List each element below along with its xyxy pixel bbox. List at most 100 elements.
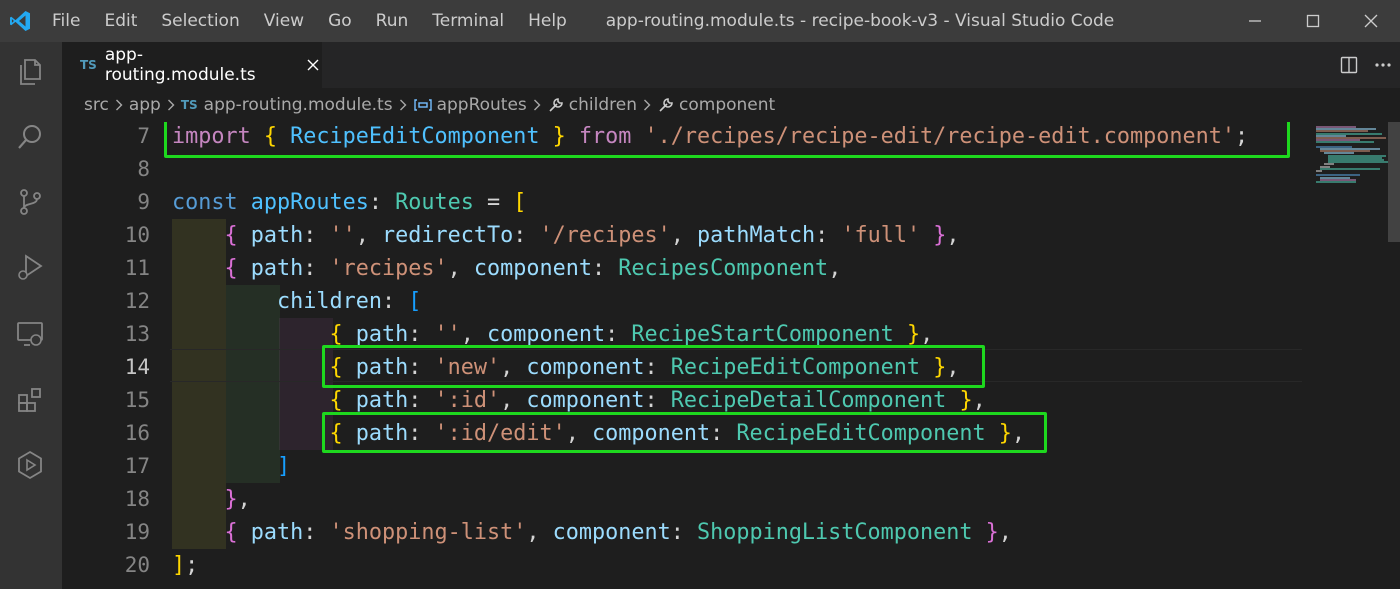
breadcrumb-symbol-approutes[interactable]: appRoutes [413, 95, 527, 115]
line-number: 18 [124, 487, 150, 511]
maximize-button[interactable] [1284, 0, 1342, 42]
code-token: : [815, 223, 842, 248]
vertical-scrollbar[interactable] [1388, 122, 1400, 589]
code-token: } [224, 487, 238, 512]
code-token: '' [434, 322, 461, 347]
scroll-thumb[interactable] [1388, 122, 1400, 242]
menu-item-run[interactable]: Run [364, 0, 421, 42]
code-token: } [985, 520, 999, 545]
minimap-line [1328, 161, 1388, 164]
minimap-line [1316, 181, 1356, 183]
line-number: 8 [137, 157, 150, 181]
code-token: { [224, 256, 238, 281]
minimap[interactable] [1302, 122, 1390, 589]
close-window-button[interactable] [1342, 0, 1400, 42]
code-token: : [303, 256, 330, 281]
breadcrumb-symbol-children[interactable]: children [547, 95, 637, 115]
menu-item-edit[interactable]: Edit [92, 0, 149, 42]
maximize-icon [1306, 14, 1320, 28]
line-number: 20 [124, 553, 150, 577]
explorer-icon[interactable] [10, 52, 50, 92]
menu-item-selection[interactable]: Selection [149, 0, 251, 42]
code-token: : [381, 289, 409, 314]
tab-label: app-routing.module.ts [104, 45, 256, 85]
code-token: , [526, 520, 553, 545]
minimize-icon [1249, 20, 1261, 22]
code-token: 'shopping-list' [329, 520, 527, 545]
remote-explorer-icon[interactable] [10, 314, 50, 354]
code-token: path [355, 388, 409, 413]
wrench-icon [657, 96, 675, 114]
tab-close-button[interactable] [304, 56, 322, 74]
source-control-icon[interactable] [10, 182, 50, 222]
search-icon[interactable] [10, 117, 50, 157]
menu-item-terminal[interactable]: Terminal [420, 0, 516, 42]
code-token: { [329, 322, 343, 347]
code-token: , [447, 256, 474, 281]
activity-bar [0, 42, 62, 589]
line-number: 15 [124, 388, 150, 412]
breadcrumb-file[interactable]: TS app-routing.module.ts [181, 95, 393, 115]
code-token: , [500, 388, 527, 413]
chevron-right-icon [399, 99, 407, 111]
tab-app-routing-module[interactable]: TS app-routing.module.ts [62, 42, 322, 88]
run-debug-icon[interactable] [10, 247, 50, 287]
line-number: 21 [62, 582, 150, 589]
code-token: , [355, 223, 382, 248]
code-token: ShoppingListComponent [696, 520, 973, 545]
breadcrumb-symbol-component[interactable]: component [657, 95, 775, 115]
code-token: { [329, 388, 343, 413]
menu-item-file[interactable]: File [40, 0, 92, 42]
code-token: '/recipes' [539, 223, 671, 248]
minimize-button[interactable] [1226, 0, 1284, 42]
code-token: : [513, 223, 540, 248]
code-token: ; [185, 553, 199, 578]
code-token: : [605, 322, 632, 347]
breadcrumb-app[interactable]: app [129, 95, 161, 115]
code-editor[interactable]: 789101112131415161718192021 import { Rec… [62, 122, 1400, 589]
extensions-icon[interactable] [10, 380, 50, 420]
code-token: 'full' [841, 223, 921, 248]
code-token: component [552, 520, 671, 545]
menu-item-go[interactable]: Go [316, 0, 364, 42]
code-token: RecipeStartComponent [631, 322, 894, 347]
line-number: 17 [124, 454, 150, 478]
code-token: } [933, 223, 947, 248]
code-token: } [959, 388, 973, 413]
menu-item-view[interactable]: View [252, 0, 316, 42]
test-explorer-icon[interactable] [10, 445, 50, 485]
menu-bar: File Edit Selection View Go Run Terminal Help [40, 0, 579, 42]
more-actions-button[interactable] [1366, 42, 1400, 88]
code-token: path [250, 256, 304, 281]
typescript-file-icon: TS [180, 98, 198, 112]
typescript-file-icon: TS [80, 58, 97, 72]
breadcrumb-src[interactable]: src [84, 95, 109, 115]
code-token: , [237, 487, 251, 512]
code-token: , [828, 256, 842, 281]
line-number: 12 [124, 289, 150, 313]
breadcrumb-file-label: app-routing.module.ts [203, 95, 393, 115]
code-token: , [998, 520, 1012, 545]
chevron-right-icon [533, 99, 541, 111]
code-token: , [972, 388, 986, 413]
code-line: { path: '', redirectTo: '/recipes', path… [172, 219, 960, 252]
code-token: redirectTo [382, 223, 514, 248]
split-editor-button[interactable] [1332, 42, 1366, 88]
code-token: } [906, 322, 921, 347]
code-token: , [670, 223, 697, 248]
code-line: const appRoutes: Routes = [ [172, 186, 526, 219]
title-bar: File Edit Selection View Go Run Terminal Help a… [0, 0, 1400, 42]
code-token: path [250, 520, 304, 545]
close-icon [307, 59, 319, 71]
code-token: , [946, 223, 960, 248]
line-number: 9 [137, 190, 150, 214]
breadcrumb-symbol-label: children [568, 95, 638, 115]
